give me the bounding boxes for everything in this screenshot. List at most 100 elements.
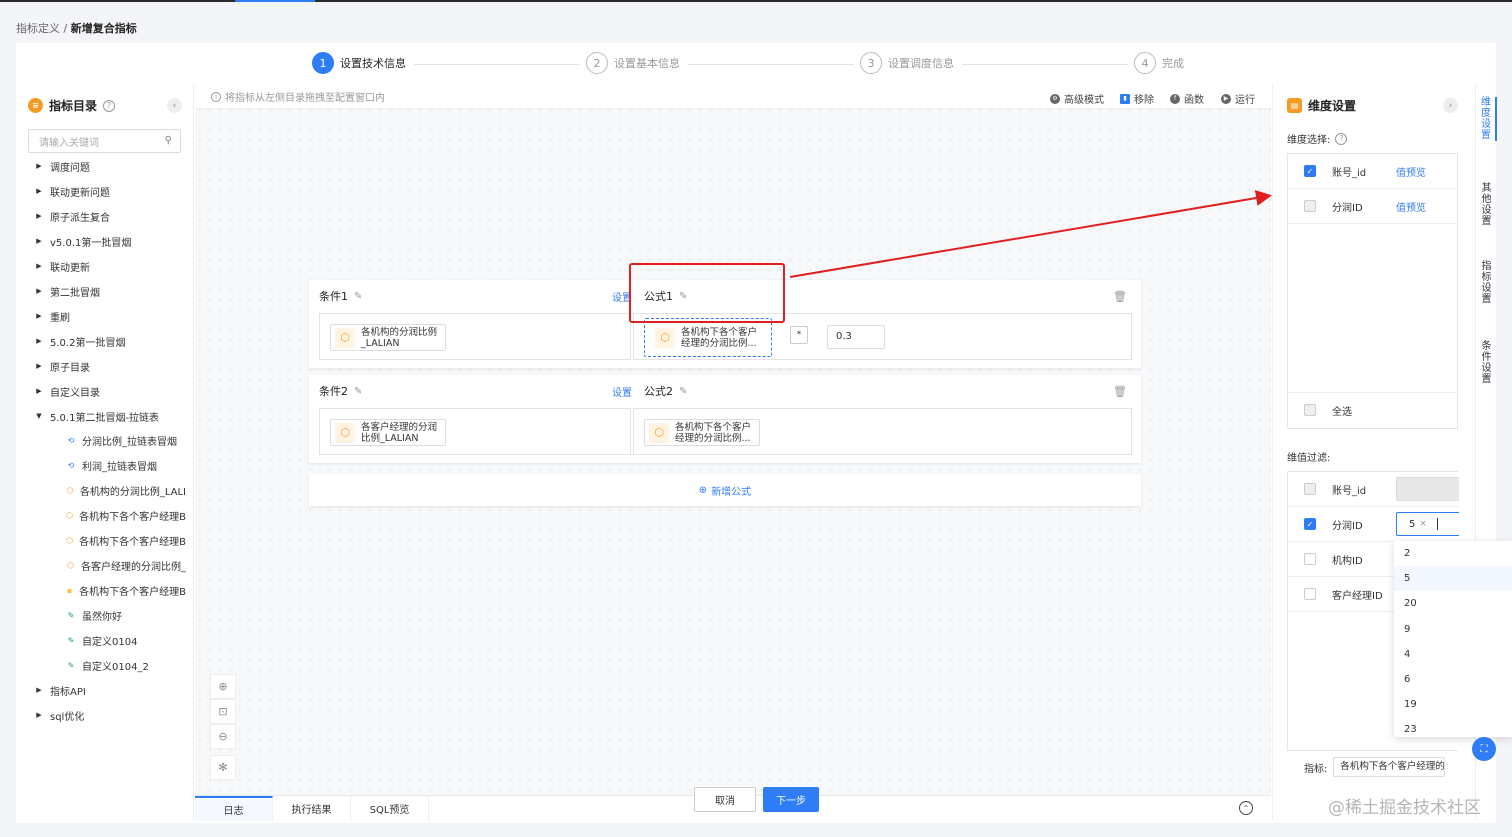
value-preview-link[interactable]: 值预览 bbox=[1396, 199, 1426, 214]
dropdown-option[interactable]: 6 bbox=[1394, 667, 1512, 692]
zoom-out-icon[interactable]: ⊖ bbox=[210, 724, 236, 749]
tree-item[interactable]: ▶ 联动更新问题 bbox=[16, 182, 186, 200]
tab-log[interactable]: 日志 bbox=[195, 796, 273, 821]
trash-icon: ▮ bbox=[1120, 93, 1130, 104]
edit-icon[interactable]: ✎ bbox=[354, 386, 362, 397]
tree-item[interactable]: ▶ 指标API bbox=[16, 681, 186, 699]
tree-item[interactable]: ▶ 联动更新 bbox=[16, 257, 186, 275]
tree-item[interactable]: ▶ sql优化 bbox=[16, 706, 186, 724]
step-number: 1 bbox=[312, 52, 334, 74]
formula-drop-zone[interactable]: ⬡ 各机构下各个客户 经理的分润比例... bbox=[633, 408, 1132, 455]
edit-icon[interactable]: ✎ bbox=[354, 291, 362, 302]
indicator-chip[interactable]: ⬡ 各机构的分润比例 _LALIAN bbox=[330, 324, 447, 351]
tree-child-item[interactable]: ✎ 自定义0104 bbox=[16, 631, 186, 649]
formula-indicator-chip[interactable]: ⬡ 各机构下各个客户 经理的分润比例... bbox=[644, 419, 761, 446]
condition-drop-zone[interactable]: ⬡ 各客户经理的分润 比例_LALIAN bbox=[319, 408, 631, 455]
step-label: 设置调度信息 bbox=[888, 57, 954, 70]
dropdown-option[interactable]: 20 bbox=[1394, 591, 1512, 616]
dropdown-option[interactable]: 9 bbox=[1394, 617, 1512, 642]
select-all-row[interactable]: 全选 bbox=[1288, 392, 1457, 427]
indicator-chip[interactable]: ⬡ 各客户经理的分润 比例_LALIAN bbox=[330, 419, 447, 446]
chevron-up-icon[interactable]: ⌃ bbox=[1239, 801, 1253, 815]
condition-drop-zone[interactable]: ⬡ 各机构的分润比例 _LALIAN bbox=[319, 313, 631, 360]
remove-button[interactable]: ▮ 移除 bbox=[1120, 91, 1154, 106]
run-button[interactable]: ▶ 运行 bbox=[1221, 91, 1255, 106]
tree-item-expanded[interactable]: ▼ 5.0.1第二批冒烟-拉链表 bbox=[16, 407, 186, 425]
tree-item[interactable]: ▶ 5.0.2第一批冒烟 bbox=[16, 332, 186, 350]
tab-other-settings[interactable]: 其他设置 bbox=[1476, 183, 1497, 227]
catalog-search-input[interactable]: 请输入关键词 ⚲ bbox=[28, 129, 181, 153]
tree-item[interactable]: ▶ v5.0.1第一批冒烟 bbox=[16, 232, 186, 250]
catalog-icon: ≡ bbox=[28, 98, 43, 113]
filter-row[interactable]: ✓ 分润ID 5 × bbox=[1288, 507, 1459, 542]
tab-indicator-settings[interactable]: 指标设置 bbox=[1476, 261, 1497, 305]
close-icon[interactable]: × bbox=[1419, 519, 1427, 529]
metric-select[interactable]: 各机构下各个客户经理的分润比例 bbox=[1333, 757, 1446, 777]
filter-row[interactable]: 账号_id bbox=[1288, 472, 1459, 507]
tree-child-item[interactable]: ✎ 虽然你好 bbox=[16, 606, 186, 624]
condition-block-2: 条件2 ✎ 设置 公式2 ✎ 🗑 ⬡ 各客户经理的分润 比例_LALIAN ⬡ 各机构下各… bbox=[309, 375, 1141, 463]
tree-child-item[interactable]: ⬡ 各机构下各个客户经理B bbox=[16, 506, 186, 524]
tree-item[interactable]: ▶ 自定义目录 bbox=[16, 382, 186, 400]
add-formula-button[interactable]: ⊕ 新增公式 bbox=[309, 474, 1141, 506]
tree-child-item[interactable]: ⟲ 分润比例_拉链表冒烟 bbox=[16, 431, 186, 449]
hexagon-icon: ⬡ bbox=[66, 535, 74, 545]
help-icon[interactable]: ? bbox=[103, 99, 116, 112]
delete-block-icon[interactable]: 🗑 bbox=[1113, 385, 1127, 398]
condition-set-link[interactable]: 设置 bbox=[612, 384, 632, 399]
tree-item[interactable]: ▶ 重刷 bbox=[16, 307, 186, 325]
hexagon-icon: ⬡ bbox=[335, 422, 355, 443]
step-label: 完成 bbox=[1162, 57, 1184, 70]
value-preview-link[interactable]: 值预览 bbox=[1396, 164, 1426, 179]
dimension-row[interactable]: 分润ID 值预览 bbox=[1288, 189, 1457, 224]
settings-icon[interactable]: ✻ bbox=[210, 755, 236, 780]
tab-dimension-settings[interactable]: 维度设置 bbox=[1476, 97, 1497, 141]
tree-item[interactable]: ▶ 调度问题 bbox=[16, 157, 186, 175]
edit-icon[interactable]: ✎ bbox=[679, 386, 687, 397]
dropdown-option[interactable]: 19 bbox=[1394, 692, 1512, 717]
panel-title: ▤ 维度设置 bbox=[1287, 97, 1356, 114]
dropdown-option[interactable]: 23 bbox=[1394, 717, 1512, 737]
checkbox bbox=[1304, 200, 1316, 212]
dropdown-option[interactable]: 2 bbox=[1394, 541, 1512, 566]
tree-item[interactable]: ▶ 第二批冒烟 bbox=[16, 282, 186, 300]
tab-condition-settings[interactable]: 条件设置 bbox=[1476, 341, 1497, 385]
formula-indicator-chip[interactable]: ⬡ 各机构下各个客户 经理的分润比例... bbox=[644, 318, 773, 357]
tree-item[interactable]: ▶ 原子派生复合 bbox=[16, 207, 186, 225]
tab-exec-result[interactable]: 执行结果 bbox=[273, 796, 351, 821]
coefficient-input[interactable]: 0.3 bbox=[827, 325, 885, 349]
indicator-catalog-sidebar: ≡ 指标目录 ? ‹ 请输入关键词 ⚲ ▶ 调度问题 ▶ 联动更新问题 ▶ 原子派生复… bbox=[16, 85, 194, 820]
dropdown-option-selected[interactable]: 5 bbox=[1394, 566, 1512, 592]
tree-child-item[interactable]: ⬡ 各机构的分润比例_LALI bbox=[16, 481, 186, 499]
tree-child-item[interactable]: ⬡ 各客户经理的分润比例_ bbox=[16, 556, 186, 574]
step-indicator: 1 设置技术信息 2 设置基本信息 3 设置调度信息 4 完成 bbox=[16, 43, 1496, 85]
tab-sql-preview[interactable]: SQL预览 bbox=[351, 796, 429, 821]
breadcrumb-parent[interactable]: 指标定义 bbox=[16, 22, 60, 35]
advanced-mode-button[interactable]: ⚙ 高级模式 bbox=[1050, 91, 1104, 106]
cancel-button[interactable]: 取消 bbox=[694, 787, 756, 812]
dropdown-option[interactable]: 4 bbox=[1394, 642, 1512, 667]
dimension-row[interactable]: ✓ 账号_id 值预览 bbox=[1288, 154, 1457, 189]
collapse-right-icon[interactable]: › bbox=[1443, 98, 1458, 113]
square-icon: ▪ bbox=[66, 585, 73, 595]
fullscreen-icon[interactable]: ⛶ bbox=[1472, 737, 1496, 761]
filter-value-select[interactable]: 5 × bbox=[1396, 512, 1459, 536]
tree-item[interactable]: ▶ 原子目录 bbox=[16, 357, 186, 375]
function-icon: f bbox=[1170, 93, 1180, 104]
help-icon[interactable]: ? bbox=[1335, 132, 1348, 145]
tree-child-item[interactable]: ⬡ 各机构下各个客户经理B bbox=[16, 531, 186, 549]
zoom-in-icon[interactable]: ⊕ bbox=[210, 674, 236, 699]
filter-value-select[interactable] bbox=[1396, 477, 1459, 501]
function-button[interactable]: f 函数 bbox=[1170, 91, 1204, 106]
hexagon-icon: ⬡ bbox=[649, 422, 669, 443]
tree-child-item[interactable]: ⟲ 利润_拉链表冒烟 bbox=[16, 456, 186, 474]
search-icon[interactable]: ⚲ bbox=[165, 135, 172, 146]
tree-child-item[interactable]: ▪ 各机构下各个客户经理B bbox=[16, 581, 186, 599]
tree-child-item[interactable]: ✎ 自定义0104_2 bbox=[16, 656, 186, 674]
collapse-left-icon[interactable]: ‹ bbox=[167, 98, 182, 113]
delete-block-icon[interactable]: 🗑 bbox=[1113, 290, 1127, 303]
zoom-fit-icon[interactable]: ⊡ bbox=[210, 699, 236, 724]
operator-selector[interactable]: * bbox=[790, 326, 808, 344]
checkbox-checked: ✓ bbox=[1304, 518, 1316, 530]
next-step-button[interactable]: 下一步 bbox=[763, 787, 819, 812]
